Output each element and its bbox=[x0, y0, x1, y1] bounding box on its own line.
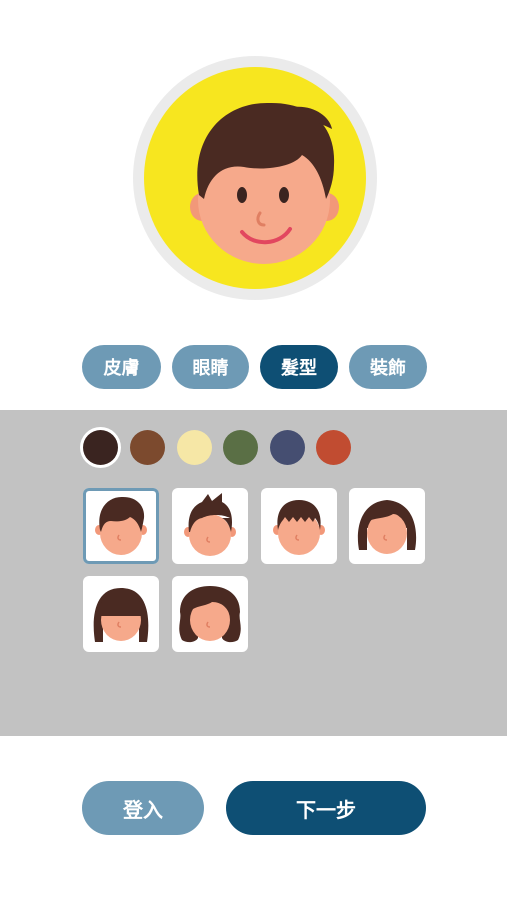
hair-color-swatch-red[interactable] bbox=[316, 430, 351, 465]
hairstyle-crew-cut[interactable] bbox=[261, 488, 337, 564]
avatar-preview bbox=[133, 56, 377, 300]
login-button[interactable]: 登入 bbox=[82, 781, 204, 835]
hairstyle-short-side-part[interactable] bbox=[83, 488, 159, 564]
avatar-background bbox=[144, 67, 366, 289]
tab-skin[interactable]: 皮膚 bbox=[82, 345, 161, 389]
hairstyle-long-wavy[interactable] bbox=[172, 576, 248, 652]
short-side-part-hair-icon bbox=[95, 496, 147, 555]
crew-cut-hair-icon bbox=[273, 500, 325, 555]
long-bangs-hair-icon bbox=[93, 588, 149, 642]
hair-color-swatch-dark-brown[interactable] bbox=[83, 430, 118, 465]
tab-hairstyle[interactable]: 髮型 bbox=[260, 345, 338, 389]
avatar-face-icon bbox=[190, 102, 339, 264]
hair-color-swatch-blonde[interactable] bbox=[177, 430, 212, 465]
long-wavy-hair-icon bbox=[179, 586, 241, 643]
hair-options-panel bbox=[0, 410, 507, 736]
category-tabs: 皮膚 眼睛 髮型 裝飾 bbox=[0, 345, 507, 389]
hairstyle-long-bangs[interactable] bbox=[83, 576, 159, 652]
hair-color-swatch-green[interactable] bbox=[223, 430, 258, 465]
hairstyle-spiky[interactable] bbox=[172, 488, 248, 564]
hair-color-swatch-brown[interactable] bbox=[130, 430, 165, 465]
spiky-hair-icon bbox=[184, 493, 236, 556]
next-step-button[interactable]: 下一步 bbox=[226, 781, 426, 835]
hair-color-swatch-navy[interactable] bbox=[270, 430, 305, 465]
tab-eyes[interactable]: 眼睛 bbox=[172, 345, 249, 389]
tab-accessories[interactable]: 裝飾 bbox=[349, 345, 427, 389]
bob-hair-icon bbox=[357, 500, 417, 554]
hairstyle-bob[interactable] bbox=[349, 488, 425, 564]
